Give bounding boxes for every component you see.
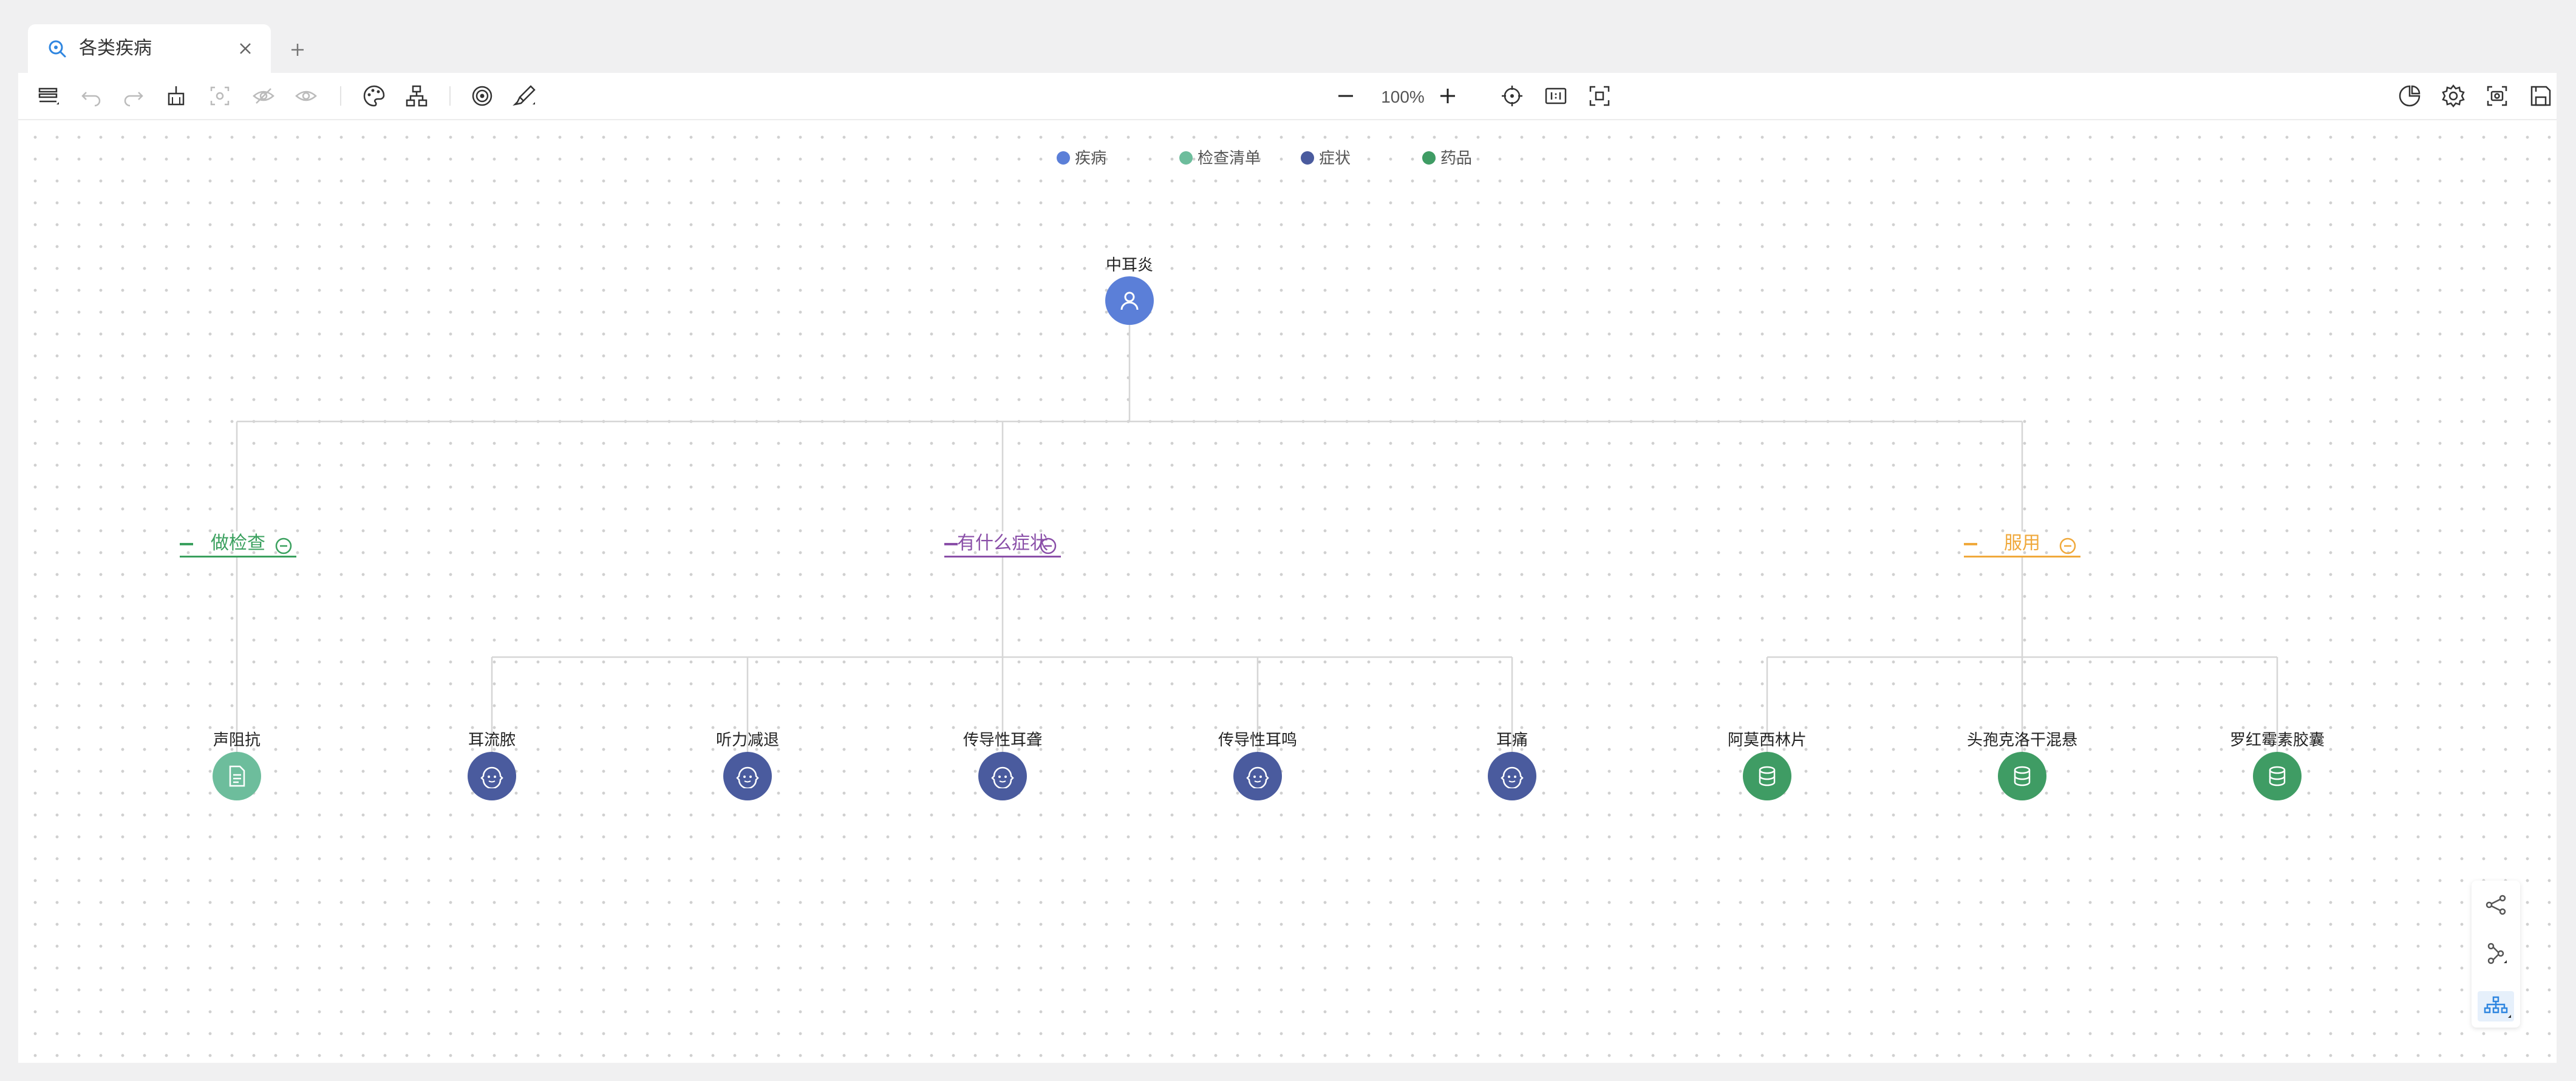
branch-dash: [1964, 543, 1977, 545]
leaf-node-label: 耳流脓: [468, 731, 516, 749]
branch-label: 服用: [2004, 533, 2040, 553]
layout-switcher: [2472, 881, 2520, 1028]
dagre-layout-icon[interactable]: [2484, 941, 2508, 966]
leaf-node-label: 传导性耳聋: [963, 731, 1042, 749]
leaf-node-symptom[interactable]: [978, 752, 1027, 800]
branch-label: 做检查: [211, 533, 265, 553]
leaf-node-label: 耳痛: [1496, 731, 1528, 749]
branch-symptoms[interactable]: 有什么症状: [944, 530, 1061, 558]
leaf-node-drug[interactable]: [1743, 752, 1791, 800]
root-node-disease[interactable]: [1105, 276, 1154, 325]
face-icon: [991, 766, 1014, 788]
leaf-node-label: 头孢克洛干混悬: [1966, 731, 2077, 749]
branch-do-exam[interactable]: 做检查: [180, 530, 296, 558]
leaf-node-symptom[interactable]: [1488, 752, 1536, 800]
branch-underline: [1964, 556, 2080, 558]
branch-dash: [944, 543, 958, 545]
leaf-node-symptom[interactable]: [723, 752, 772, 800]
leaf-node-label: 声阻抗: [213, 731, 261, 749]
collapse-icon[interactable]: [2059, 536, 2077, 554]
branch-take-drugs[interactable]: 服用: [1964, 530, 2080, 558]
leaf-node-drug[interactable]: [1998, 752, 2046, 800]
branch-underline: [180, 556, 296, 558]
collapse-icon[interactable]: [1039, 536, 1057, 554]
tree-layout-icon[interactable]: [2478, 991, 2514, 1021]
leaf-node-symptom[interactable]: [468, 752, 516, 800]
document-icon: [229, 765, 245, 787]
leaf-node-drug[interactable]: [2253, 752, 2302, 800]
database-icon: [2014, 766, 2031, 786]
leaf-node-label: 传导性耳鸣: [1218, 731, 1297, 749]
leaf-node-label: 阿莫西林片: [1727, 731, 1807, 749]
leaf-node-symptom[interactable]: [1233, 752, 1282, 800]
leaf-node-checklist[interactable]: [213, 752, 261, 800]
edge-lines: [236, 325, 2278, 752]
branch-label: 有什么症状: [957, 533, 1048, 553]
database-icon: [1759, 766, 1776, 786]
leaf-node-label: 听力减退: [715, 731, 779, 749]
branch-dash: [180, 543, 193, 545]
database-icon: [2269, 766, 2286, 786]
face-icon: [480, 766, 503, 788]
face-icon: [736, 766, 759, 788]
face-icon: [1501, 766, 1524, 788]
force-layout-icon[interactable]: [2484, 893, 2508, 917]
root-node-label: 中耳炎: [1105, 256, 1153, 274]
user-icon: [1120, 292, 1139, 310]
collapse-icon[interactable]: [274, 536, 293, 554]
branch-underline: [944, 556, 1061, 558]
face-icon: [1246, 766, 1269, 788]
leaf-node-label: 罗红霉素胶囊: [2229, 731, 2325, 749]
